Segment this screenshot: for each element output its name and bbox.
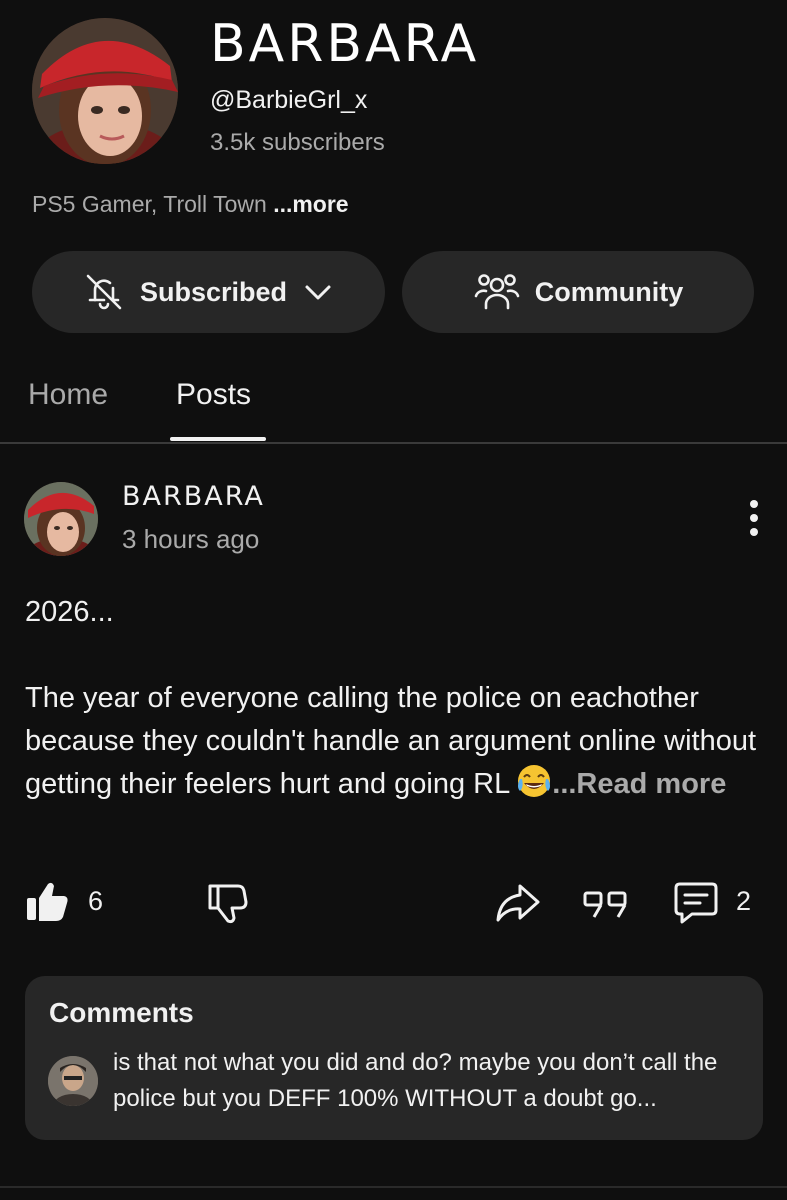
like-button[interactable] (24, 878, 70, 929)
comments-title: Comments (49, 997, 194, 1028)
read-more-link[interactable]: ...Read more (552, 768, 726, 800)
dislike-button[interactable] (204, 880, 250, 931)
chevron-down-icon (301, 275, 335, 309)
thumbs-down-icon (204, 880, 250, 931)
channel-name: BARBARA (210, 14, 480, 74)
thumbs-up-icon (24, 878, 70, 929)
tabs-divider (0, 442, 787, 444)
comment-count: 2 (736, 886, 752, 916)
quote-icon (582, 890, 630, 925)
channel-avatar[interactable] (32, 18, 178, 164)
community-button[interactable]: Community (402, 251, 754, 333)
subscribed-button[interactable]: Subscribed (32, 251, 385, 333)
quote-button[interactable] (582, 890, 630, 925)
commenter-avatar (48, 1056, 98, 1106)
bio-more-link[interactable]: ...more (273, 191, 348, 217)
active-tab-indicator (170, 437, 266, 441)
tab-posts[interactable]: Posts (176, 378, 251, 412)
channel-bio[interactable]: PS5 Gamer, Troll Town ...more (32, 191, 349, 218)
bio-text: PS5 Gamer, Troll Town (32, 191, 267, 217)
post-body: 2026... The year of everyone calling the… (25, 591, 765, 806)
people-icon (473, 270, 521, 314)
post-text-line1: 2026... (25, 596, 114, 628)
like-count: 6 (88, 886, 104, 916)
channel-handle: @BarbieGrl_x (210, 86, 368, 114)
comment-preview-text: is that not what you did and do? maybe y… (113, 1049, 718, 1112)
bell-off-icon (82, 270, 126, 314)
community-label: Community (534, 276, 684, 307)
post-author-avatar[interactable] (24, 482, 98, 556)
post-timestamp: 3 hours ago (122, 524, 260, 554)
share-button[interactable] (494, 880, 542, 931)
tab-home[interactable]: Home (28, 378, 108, 412)
comment-bubble-icon (672, 880, 720, 931)
post-text-paragraph: The year of everyone calling the police … (25, 677, 765, 806)
share-arrow-icon (494, 880, 542, 931)
subscriber-count: 3.5k subscribers (210, 129, 385, 156)
bottom-divider (0, 1186, 787, 1188)
tears-of-joy-emoji-icon (516, 763, 552, 799)
more-options-icon[interactable] (744, 498, 764, 538)
subscribed-label: Subscribed (139, 276, 288, 307)
comments-button[interactable] (672, 880, 720, 931)
post-author-name: BARBARA (122, 481, 265, 512)
